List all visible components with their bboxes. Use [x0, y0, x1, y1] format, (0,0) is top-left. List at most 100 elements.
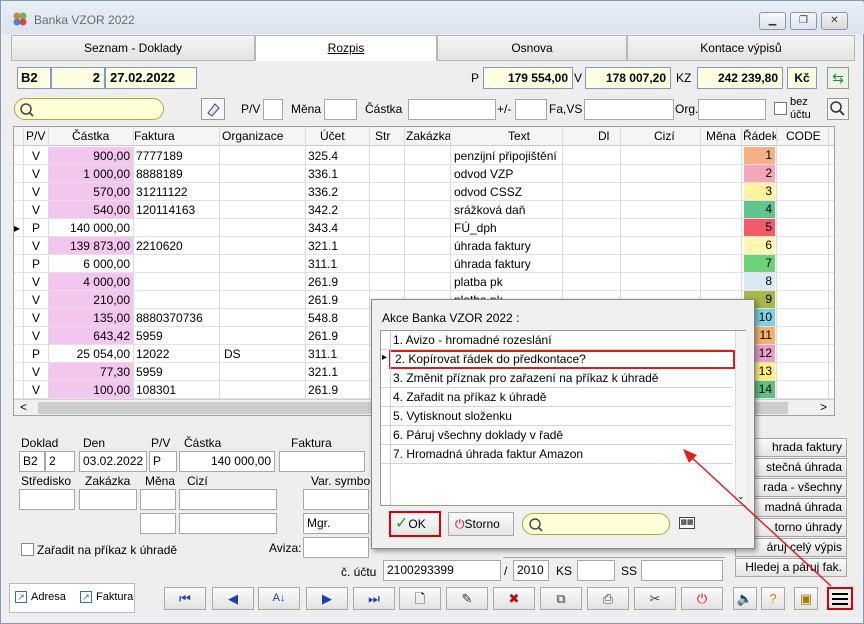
next-record-icon[interactable]: ▶: [306, 587, 348, 610]
table-row[interactable]: V 4 000,00 261.9 platba pk 8: [14, 273, 834, 291]
close-button[interactable]: ✕: [821, 12, 848, 30]
search-pill[interactable]: [14, 98, 164, 120]
doklad-num-field[interactable]: 2: [45, 451, 75, 472]
adresa-link-icon: ↗: [15, 591, 27, 603]
col-radek[interactable]: Řádek: [743, 129, 778, 143]
sort-icon[interactable]: A↓: [258, 587, 300, 610]
col-cizi[interactable]: Cizí: [654, 129, 675, 143]
table-row[interactable]: V 570,00 31211122 336.2 odvod CSSZ 3: [14, 183, 834, 201]
castka-field[interactable]: 140 000,00: [179, 451, 275, 472]
castka-filter-input[interactable]: [408, 99, 496, 120]
col-pv[interactable]: P/V: [26, 129, 45, 143]
cizi2-field[interactable]: [179, 513, 277, 534]
last-record-icon[interactable]: ⏭: [353, 587, 395, 610]
castka-label: Částka: [184, 436, 222, 450]
tab-seznam[interactable]: Seznam - Doklady: [11, 35, 255, 61]
tab-kontace[interactable]: Kontace výpisů: [627, 35, 855, 61]
table-row[interactable]: V 900,00 7777189 325.4 penzijní připojištění…: [14, 147, 834, 165]
zaradit-checkbox[interactable]: [21, 543, 34, 556]
cell-pv: V: [32, 203, 41, 217]
organization-field[interactable]: Mgr. Rouso: [303, 513, 369, 549]
table-row[interactable]: P 6 000,00 311.1 úhrada faktury 7: [14, 255, 834, 273]
mena-field[interactable]: [140, 489, 176, 510]
col-dl[interactable]: Dl: [598, 129, 609, 143]
bez-uctu-checkbox[interactable]: [774, 102, 787, 115]
zakazka-field[interactable]: [79, 489, 137, 510]
col-text[interactable]: Text: [508, 129, 530, 143]
cizi-field[interactable]: [179, 489, 277, 510]
col-zakazka[interactable]: Zakázka: [406, 129, 451, 143]
table-row[interactable]: V 139 873,00 2210620 321.1 úhrada faktury 6: [14, 237, 834, 255]
action-item[interactable]: 3. Změnit příznak pro zařazení na příkaz…: [381, 369, 733, 388]
delete-icon[interactable]: ✖: [493, 587, 535, 610]
ks-label: KS: [556, 564, 573, 578]
pv-filter-input[interactable]: [263, 99, 283, 120]
faktura-label: Faktura: [291, 436, 332, 450]
table-row[interactable]: V 540,00 120114163 342.2 srážková daň 4: [14, 201, 834, 219]
new-doc-icon[interactable]: 🗋: [399, 587, 441, 610]
edit-icon[interactable]: ✎: [446, 587, 488, 610]
copy-icon[interactable]: ⧉: [540, 587, 582, 610]
tools-icon[interactable]: ✂: [634, 587, 676, 610]
col-faktura[interactable]: Faktura: [134, 129, 175, 143]
cell-ucet: 261.9: [308, 293, 339, 307]
faktura-field[interactable]: [279, 451, 365, 472]
dialog-search-input[interactable]: [522, 513, 670, 535]
cell-ucet: 311.1: [308, 257, 338, 271]
mena2-field[interactable]: [140, 513, 176, 534]
print-icon[interactable]: ⎙: [587, 587, 629, 610]
currency: Kč: [787, 67, 817, 89]
action-item[interactable]: 4. Zařadit na příkaz k úhradě: [381, 388, 733, 407]
refresh-icon[interactable]: ⇆: [827, 67, 849, 89]
cell-castka: 643,42: [93, 329, 130, 343]
bank-code-field[interactable]: 2010: [513, 560, 549, 581]
action-item[interactable]: 1. Avizo - hromadné rozeslání: [381, 331, 733, 350]
action-item[interactable]: 5. Vytisknout složenku: [381, 407, 733, 426]
cell-radek: 7: [744, 255, 775, 272]
bez-label: bez: [790, 96, 808, 108]
varsym-field[interactable]: [303, 489, 369, 510]
den-field[interactable]: 03.02.2022: [79, 451, 147, 472]
col-organizace[interactable]: Organizace: [222, 129, 283, 143]
dialog-title: Akce Banka VZOR 2022 :: [382, 311, 520, 325]
table-row[interactable]: P 140 000,00 343.4 FÚ_dph 5 ▸: [14, 219, 834, 237]
org-filter-input[interactable]: [698, 99, 766, 120]
minimize-button[interactable]: ▁: [759, 12, 786, 30]
table-row[interactable]: V 1 000,00 8888189 336.1 odvod VZP 2: [14, 165, 834, 183]
faktura-link[interactable]: Faktura: [96, 591, 133, 603]
tab-rozpis[interactable]: Rozpis: [255, 35, 437, 61]
col-mena[interactable]: Měna: [706, 129, 736, 143]
scroll-right-icon[interactable]: >: [820, 400, 827, 414]
cell-pv: P: [32, 347, 41, 361]
mena-filter-input[interactable]: [324, 99, 357, 120]
find-icon[interactable]: [827, 98, 849, 120]
tab-osnova[interactable]: Osnova: [437, 35, 627, 61]
pm-filter-input[interactable]: [515, 99, 547, 120]
col-code[interactable]: CODE: [786, 129, 821, 143]
pv-field[interactable]: P: [149, 451, 177, 472]
adresa-link[interactable]: Adresa: [31, 591, 66, 603]
cuctu-field[interactable]: 2100293399: [383, 560, 501, 581]
first-record-icon[interactable]: ⏮: [164, 587, 206, 610]
storno-button[interactable]: ⏻Storno: [448, 512, 514, 536]
col-ucet[interactable]: Účet: [320, 129, 345, 143]
ok-button[interactable]: ✓OK: [389, 511, 441, 537]
tab-rozpis-label: Rozpis: [327, 41, 365, 55]
fa-filter-input[interactable]: [584, 99, 674, 120]
scroll-left-icon[interactable]: <: [20, 400, 27, 414]
cell-ucet: 261.9: [308, 383, 339, 397]
col-str[interactable]: Str: [375, 129, 390, 143]
zakazka-label: Zakázka: [85, 474, 131, 488]
ks-field[interactable]: [577, 560, 615, 581]
eraser-icon[interactable]: [201, 98, 225, 120]
cell-pv: V: [32, 365, 41, 379]
storno-label: Storno: [464, 517, 500, 531]
stredisko-field[interactable]: [19, 489, 75, 510]
cell-castka: 570,00: [93, 185, 130, 199]
maximize-button[interactable]: ❐: [790, 12, 817, 30]
prev-record-icon[interactable]: ◀: [212, 587, 254, 610]
doklad-code-field[interactable]: B2: [19, 451, 45, 472]
col-castka[interactable]: Částka: [72, 129, 109, 143]
action-item[interactable]: 2. Kopírovat řádek do předkontace?: [389, 350, 735, 369]
aviza-field[interactable]: [303, 537, 369, 558]
